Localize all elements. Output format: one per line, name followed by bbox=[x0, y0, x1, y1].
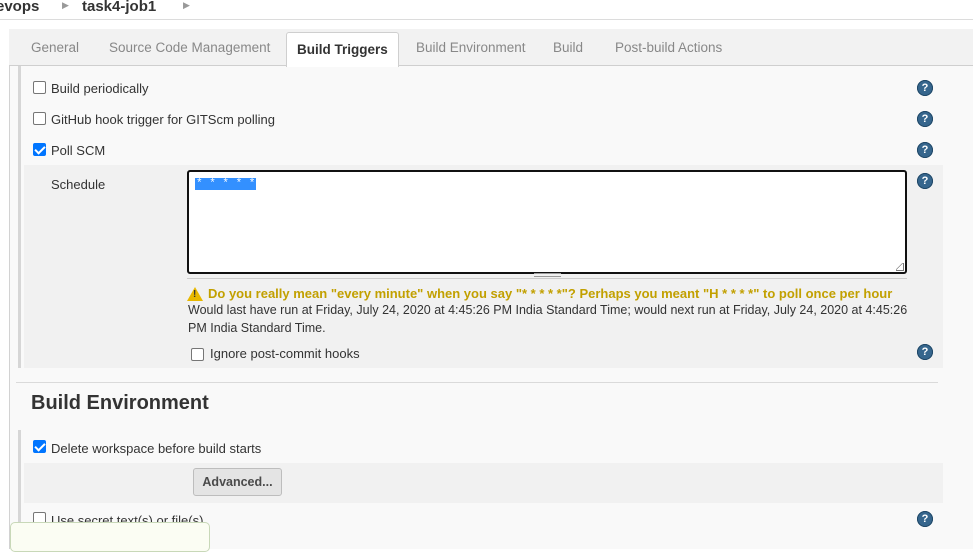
poll-scm-label: Poll SCM bbox=[51, 143, 106, 158]
tab-build[interactable]: Build bbox=[553, 40, 583, 55]
ignore-post-commit-label: Ignore post-commit hooks bbox=[210, 346, 360, 361]
help-icon[interactable]: ? bbox=[917, 111, 933, 127]
tab-post-build-actions[interactable]: Post-build Actions bbox=[615, 40, 722, 55]
help-icon[interactable]: ? bbox=[917, 80, 933, 96]
config-tab-bar: General Source Code Management Build Tri… bbox=[9, 29, 973, 67]
schedule-run-info: Would last have run at Friday, July 24, … bbox=[188, 303, 908, 335]
help-icon[interactable]: ? bbox=[917, 142, 933, 158]
breadcrumb-item-job[interactable]: task4-job1 bbox=[82, 0, 156, 15]
ignore-post-commit-checkbox[interactable] bbox=[191, 348, 204, 361]
breadcrumb-separator-icon[interactable]: ▶ bbox=[62, 0, 69, 11]
warning-icon bbox=[187, 287, 203, 301]
bottom-floating-panel bbox=[10, 522, 210, 552]
help-icon[interactable]: ? bbox=[917, 511, 933, 527]
tab-source-code-management[interactable]: Source Code Management bbox=[109, 40, 270, 55]
textarea-divider bbox=[187, 278, 907, 279]
build-periodically-checkbox[interactable] bbox=[33, 81, 46, 94]
breadcrumb: evops ▶ task4-job1 ▶ bbox=[0, 0, 973, 20]
github-hook-checkbox[interactable] bbox=[33, 112, 46, 125]
schedule-warning-text: Do you really mean "every minute" when y… bbox=[208, 286, 893, 301]
tab-general[interactable]: General bbox=[31, 40, 79, 55]
delete-workspace-checkbox[interactable] bbox=[33, 440, 46, 453]
schedule-textarea[interactable]: * * * * * bbox=[187, 170, 907, 274]
breadcrumb-separator-icon[interactable]: ▶ bbox=[183, 0, 190, 11]
textarea-resize-handle[interactable] bbox=[534, 273, 561, 277]
section-indent-rule bbox=[18, 66, 21, 368]
help-icon[interactable]: ? bbox=[917, 173, 933, 189]
advanced-section bbox=[24, 463, 943, 503]
poll-scm-checkbox[interactable] bbox=[33, 143, 46, 156]
section-divider bbox=[16, 382, 938, 383]
advanced-button[interactable]: Advanced... bbox=[193, 468, 282, 496]
delete-workspace-label: Delete workspace before build starts bbox=[51, 441, 262, 456]
resize-grip-icon[interactable] bbox=[896, 263, 904, 271]
build-periodically-label: Build periodically bbox=[51, 81, 149, 96]
tab-build-environment[interactable]: Build Environment bbox=[416, 40, 526, 55]
github-hook-label: GitHub hook trigger for GITScm polling bbox=[51, 112, 275, 127]
tab-build-triggers[interactable]: Build Triggers bbox=[286, 32, 399, 67]
breadcrumb-item-devops[interactable]: evops bbox=[0, 0, 39, 15]
build-environment-heading: Build Environment bbox=[31, 392, 209, 414]
schedule-warning: Do you really mean "every minute" when y… bbox=[187, 284, 892, 301]
help-icon[interactable]: ? bbox=[917, 344, 933, 360]
schedule-value: * * * * * bbox=[195, 178, 257, 190]
schedule-label: Schedule bbox=[51, 177, 106, 192]
